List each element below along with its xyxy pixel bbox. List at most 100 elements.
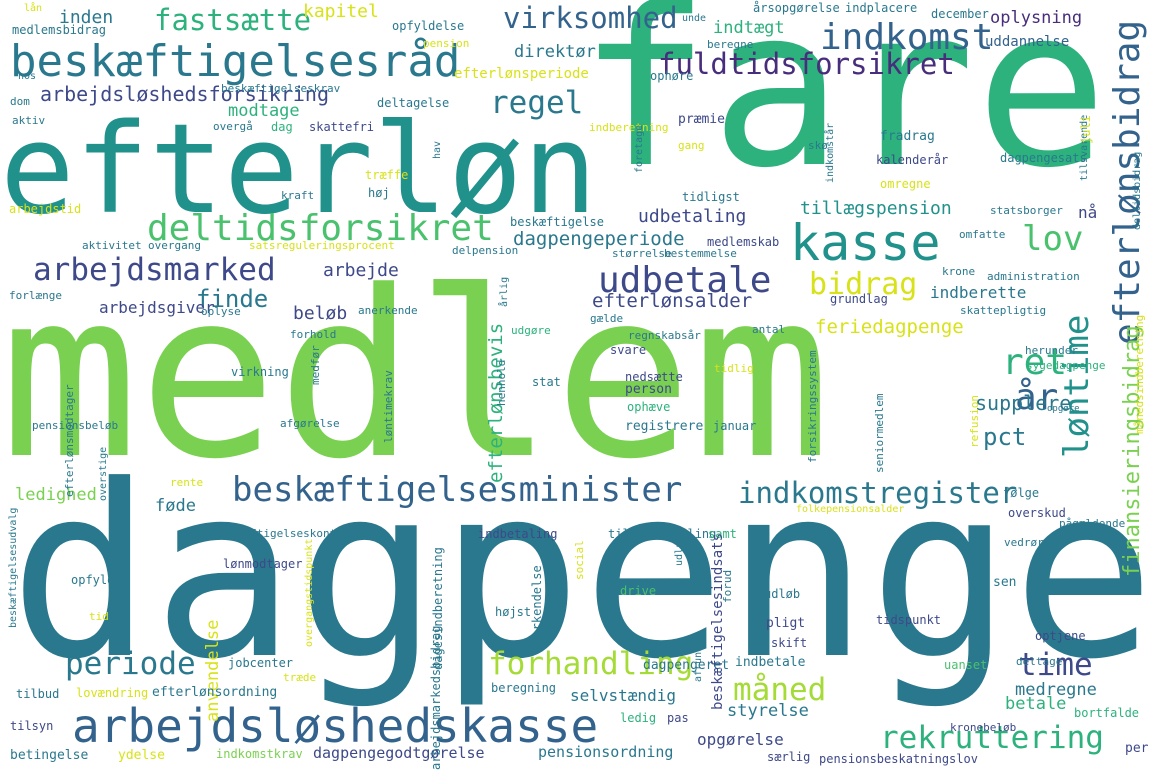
cloud-word: opfyldelse [392, 19, 465, 33]
cloud-word: uddannelse [985, 34, 1070, 50]
cloud-word: lån [24, 3, 43, 14]
cloud-word: pct [983, 423, 1027, 451]
cloud-word: direktør [514, 42, 596, 62]
cloud-word: afrunde [693, 639, 704, 682]
cloud-word: arbejdsmarked [33, 252, 276, 288]
cloud-word: omfatte [959, 228, 1006, 241]
cloud-word: udbetaling [638, 206, 747, 227]
cloud-word: henhold [495, 359, 508, 406]
cloud-word: medlemskab [707, 235, 780, 249]
cloud-word: person [625, 382, 672, 397]
cloud-word: overgang [148, 239, 201, 252]
cloud-word: dagpengegodtgørelse [313, 744, 485, 762]
cloud-word: vedrøre [1004, 536, 1051, 549]
cloud-word: per [1125, 741, 1149, 756]
cloud-word: løntimekrav [382, 370, 395, 443]
cloud-word: hav [432, 140, 443, 159]
cloud-word: opgøre [1047, 404, 1080, 414]
cloud-word: forsikringssystem [806, 350, 819, 463]
cloud-word: foretage [634, 124, 645, 173]
cloud-word: regel [490, 85, 584, 121]
cloud-word: opgørelse [697, 730, 784, 749]
cloud-word: dag [271, 120, 293, 134]
cloud-word: høj [368, 186, 390, 200]
cloud-word: folkepensionsalder [796, 504, 905, 515]
cloud-word: lovændring [76, 686, 149, 700]
cloud-word: oplysning [990, 8, 1083, 28]
cloud-word: beskæftigelsesråd [10, 36, 461, 87]
cloud-word: overskud [1008, 506, 1066, 520]
cloud-word: efterlønsordning [152, 685, 278, 700]
cloud-word: indtægt [713, 18, 785, 38]
cloud-word: betingelse [10, 748, 89, 763]
cloud-word: deltagelse [377, 96, 450, 110]
cloud-word: juli [1079, 115, 1093, 144]
cloud-word: tilsyn [10, 719, 54, 733]
cloud-word: årlig [499, 276, 510, 307]
cloud-word: arbejdsmarkedsbidrag [429, 625, 443, 770]
cloud-word: statsborger [990, 204, 1063, 217]
word-cloud: medlem dagpenge fare efterløn arbejdsløsheds… [0, 0, 1155, 770]
cloud-word: medfør [309, 345, 322, 385]
cloud-word: aktiv [12, 114, 46, 127]
cloud-word: rente [170, 476, 204, 489]
cloud-word: oplyse [201, 305, 241, 318]
cloud-word: hos [18, 71, 37, 82]
cloud-word: nedsætte [625, 370, 683, 384]
cloud-word: kraft [281, 189, 315, 202]
cloud-word: fradrag [880, 129, 935, 144]
cloud-word: nå [1078, 203, 1098, 222]
cloud-word: udløb [764, 587, 801, 601]
cloud-word: sygedagpenge [1026, 359, 1106, 372]
cloud-word: årsopgørelse [753, 1, 840, 15]
cloud-word: beskæftigelseskrav [221, 82, 341, 95]
cloud-word: tid [89, 610, 109, 623]
cloud-word: indbetale [735, 655, 806, 670]
cloud-word: indkomstkrav [216, 747, 303, 761]
cloud-word: gælde [590, 312, 624, 325]
cloud-word: tilbud [16, 687, 60, 701]
cloud-word: ophæve [627, 400, 671, 414]
cloud-word: seniormedlem [873, 393, 886, 473]
cloud-word: refusion [968, 395, 981, 448]
cloud-word: social [573, 540, 586, 580]
cloud-word: svare [610, 343, 647, 357]
cloud-word: ydelse [118, 748, 165, 763]
cloud-word: indplacere [845, 1, 918, 15]
cloud-word: efterlønsperiode [454, 66, 589, 82]
cloud-word: beskæftigelsesudvalg [8, 507, 19, 628]
cloud-word: pas [667, 711, 689, 725]
cloud-word: selvstændig [570, 686, 676, 705]
cloud-word: afgørelse [280, 417, 340, 430]
cloud-word: betale [1005, 694, 1067, 714]
cloud-word: administration [987, 270, 1080, 283]
cloud-word: forlænge [9, 289, 62, 302]
cloud-word: lov [1022, 219, 1084, 259]
cloud-word: særlig [767, 750, 811, 764]
cloud-word: kasse [790, 214, 941, 272]
cloud-word: uanset [944, 658, 988, 672]
cloud-word: virkning [231, 365, 289, 379]
cloud-word: indberetning [589, 121, 669, 134]
cloud-word: gang [678, 139, 705, 152]
cloud-word: skattepligtig [960, 304, 1047, 317]
cloud-word: ledig [620, 711, 657, 725]
cloud-word: jobcenter [228, 656, 294, 670]
cloud-word: arbejdstid [9, 202, 82, 216]
cloud-word: bestemmelse [664, 247, 737, 260]
cloud-word: tidligst [682, 190, 740, 204]
cloud-word: delpension [452, 244, 519, 257]
cloud-word: krone [942, 265, 976, 278]
cloud-word: tidspunkt [876, 613, 942, 627]
cloud-word: beregne [707, 38, 754, 51]
cloud-word: januar [713, 419, 757, 433]
cloud-word: pensionsbeskatningslov [819, 752, 978, 766]
cloud-word: bortfalde [1074, 706, 1140, 720]
cloud-word: pågældende [1059, 517, 1126, 530]
cloud-word: indberette [930, 283, 1027, 302]
cloud-word: månedsindberetning [1133, 314, 1146, 434]
cloud-word: fastsætte [154, 3, 312, 37]
cloud-word: forhold [290, 328, 337, 341]
cloud-word: opfylde [71, 573, 122, 587]
cloud-word: deltage [1016, 655, 1063, 668]
